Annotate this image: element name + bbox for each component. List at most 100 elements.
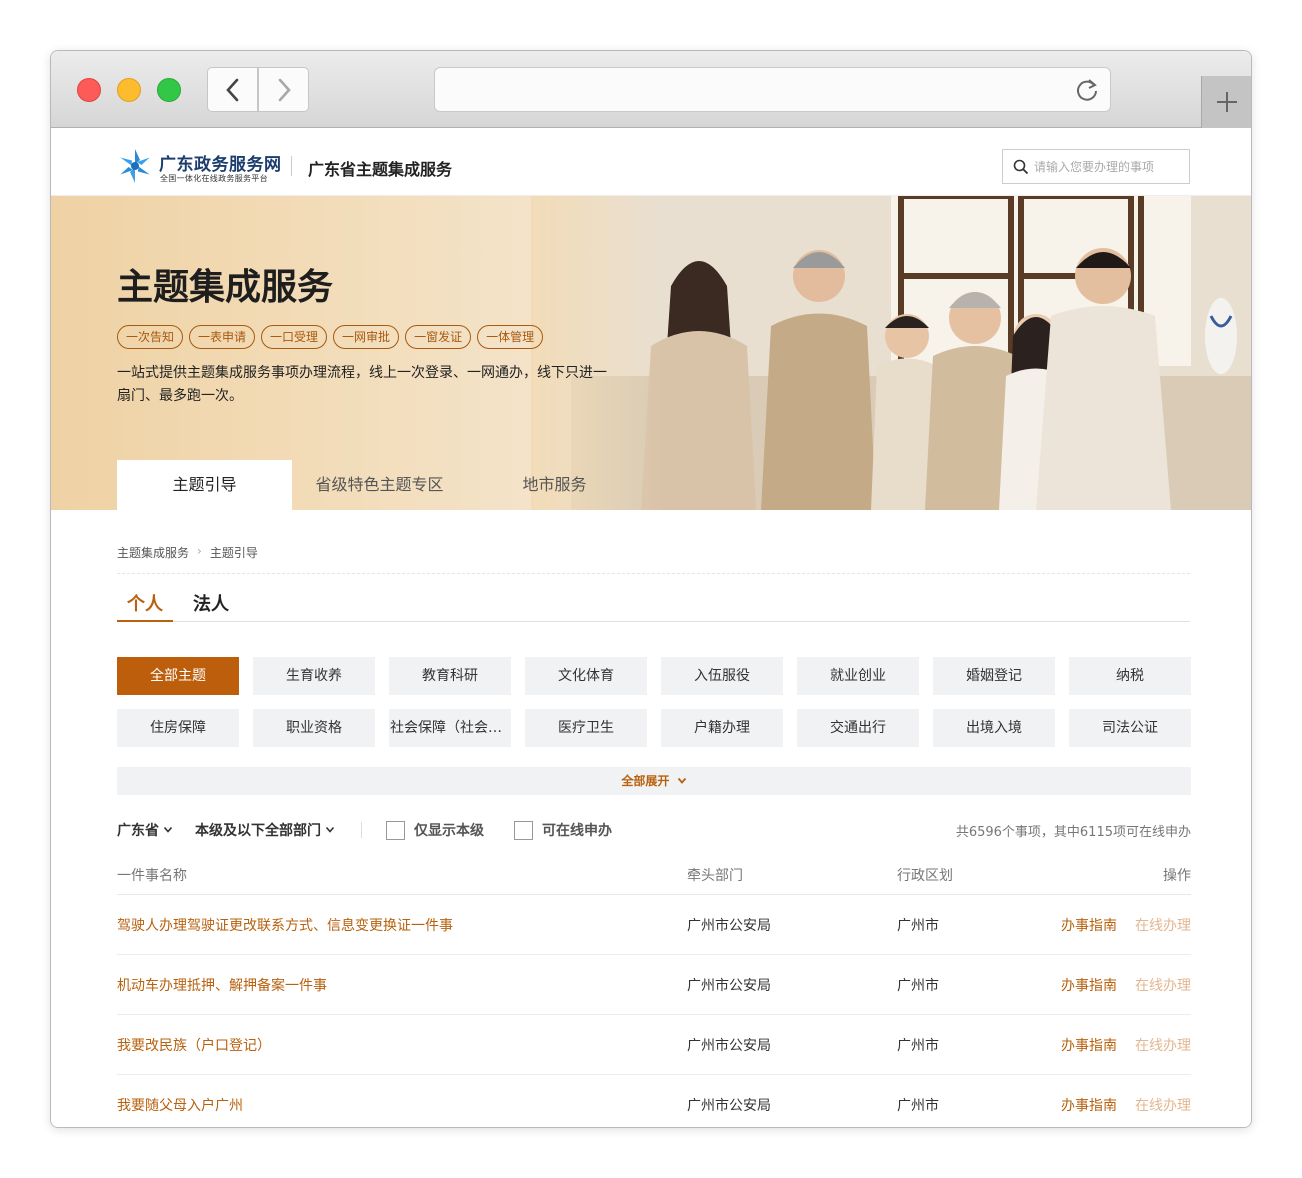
browser-toolbar [51, 51, 1251, 128]
tab-provincial-featured[interactable]: 省级特色主题专区 [292, 460, 467, 510]
guide-link[interactable]: 办事指南 [1061, 978, 1117, 994]
only-level-checkbox[interactable]: 仅显示本级 [386, 820, 484, 840]
category-button[interactable]: 出境入境 [933, 709, 1055, 747]
online-only-checkbox[interactable]: 可在线申办 [514, 820, 612, 840]
feature-tag: 一次告知 [117, 325, 184, 349]
actions-cell: 办事指南 在线办理 [1057, 975, 1191, 995]
logo-title: 广东政务服务网 [159, 155, 282, 175]
region-dropdown[interactable]: 广东省 [117, 820, 173, 840]
chevron-down-icon [163, 826, 173, 833]
zoom-window-button[interactable] [157, 78, 181, 102]
filter-bar: 广东省 本级及以下全部部门 仅显示本级 可在线申办 共6596个事项，其中611… [117, 817, 1191, 843]
lead-department: 广州市公安局 [687, 917, 771, 934]
category-button[interactable]: 户籍办理 [661, 709, 783, 747]
lead-department: 广州市公安局 [687, 1097, 771, 1114]
category-button[interactable]: 司法公证 [1069, 709, 1191, 747]
service-name-link[interactable]: 我要改民族（户口登记） [117, 1035, 687, 1055]
hero-banner: 主题集成服务 一次告知 一表申请 一口受理 一网审批 一窗发证 一体管理 一站式… [51, 196, 1251, 510]
forward-button[interactable] [258, 67, 309, 112]
category-button[interactable]: 入伍服役 [661, 657, 783, 695]
guide-link[interactable]: 办事指南 [1061, 1098, 1117, 1114]
category-button[interactable]: 住房保障 [117, 709, 239, 747]
service-name-link[interactable]: 机动车办理抵押、解押备案一件事 [117, 975, 687, 995]
category-button[interactable]: 全部主题 [117, 657, 239, 695]
actions-cell: 办事指南 在线办理 [1057, 915, 1191, 935]
banner-title: 主题集成服务 [117, 267, 334, 308]
online-apply-link[interactable]: 在线办理 [1135, 978, 1191, 994]
reload-icon[interactable] [1074, 77, 1100, 103]
lead-department: 广州市公安局 [687, 1037, 771, 1054]
category-button[interactable]: 医疗卫生 [525, 709, 647, 747]
category-button[interactable]: 纳税 [1069, 657, 1191, 695]
feature-tag: 一窗发证 [405, 325, 472, 349]
category-button[interactable]: 婚姻登记 [933, 657, 1055, 695]
column-header: 牵头部门 [687, 867, 743, 884]
region-cell: 广州市 [897, 1037, 939, 1054]
online-apply-link[interactable]: 在线办理 [1135, 1038, 1191, 1054]
search-icon[interactable] [1013, 159, 1029, 175]
feature-tag: 一口受理 [261, 325, 328, 349]
breadcrumb-separator-icon: › [197, 544, 202, 558]
tab-city-services[interactable]: 地市服务 [467, 460, 642, 510]
service-name-link[interactable]: 我要随父母入户广州 [117, 1095, 687, 1115]
category-button[interactable]: 就业创业 [797, 657, 919, 695]
table-row: 我要改民族（户口登记） 广州市公安局 广州市 办事指南 在线办理 [117, 1015, 1191, 1075]
region-cell: 广州市 [897, 917, 939, 934]
web-page: 广东政务服务网 全国一体化在线政务服务平台 广东省主题集成服务 请输入您要办理的… [51, 128, 1251, 1127]
only-level-label: 仅显示本级 [414, 823, 484, 839]
logo-divider [291, 156, 292, 176]
feature-tag: 一表申请 [189, 325, 256, 349]
department-dropdown[interactable]: 本级及以下全部部门 [195, 820, 335, 840]
online-apply-link[interactable]: 在线办理 [1135, 918, 1191, 934]
filter-divider [361, 822, 362, 838]
breadcrumb-item[interactable]: 主题引导 [210, 544, 258, 561]
banner-description: 一站式提供主题集成服务事项办理流程，线上一次登录、一网通办，线下只进一扇门、最多… [117, 365, 607, 404]
address-bar[interactable] [434, 67, 1111, 112]
site-title[interactable]: 广东省主题集成服务 [308, 156, 452, 180]
checkbox-box[interactable] [386, 820, 405, 840]
feature-tag: 一网审批 [333, 325, 400, 349]
breadcrumb: 主题集成服务 › 主题引导 [117, 544, 1190, 574]
minimize-window-button[interactable] [117, 78, 141, 102]
checkbox-box[interactable] [514, 820, 533, 840]
online-only-label: 可在线申办 [542, 823, 612, 839]
category-grid: 全部主题 生育收养 教育科研 文化体育 入伍服役 就业创业 婚姻登记 纳税 住房… [117, 657, 1191, 747]
tab-legal-person[interactable]: 法人 [193, 590, 239, 622]
table-header: 一件事名称 牵头部门 行政区划 操作 [117, 855, 1191, 895]
category-button[interactable]: 社会保障（社会保险） [389, 709, 511, 747]
table-row: 驾驶人办理驾驶证更改联系方式、信息变更换证一件事 广州市公安局 广州市 办事指南… [117, 895, 1191, 955]
table-row: 我要随父母入户广州 广州市公安局 广州市 办事指南 在线办理 [117, 1075, 1191, 1127]
column-header: 操作 [1163, 867, 1191, 884]
actions-cell: 办事指南 在线办理 [1057, 1035, 1191, 1055]
category-button[interactable]: 教育科研 [389, 657, 511, 695]
chevron-right-icon [278, 78, 291, 101]
result-count: 共6596个事项，其中6115项可在线申办 [955, 824, 1191, 840]
expand-all-label: 全部展开 [621, 774, 670, 788]
category-button[interactable]: 交通出行 [797, 709, 919, 747]
site-logo-icon[interactable] [117, 148, 153, 184]
tab-theme-guide[interactable]: 主题引导 [117, 460, 292, 510]
column-header: 一件事名称 [117, 867, 187, 884]
guide-link[interactable]: 办事指南 [1061, 1038, 1117, 1054]
category-button[interactable]: 职业资格 [253, 709, 375, 747]
breadcrumb-item[interactable]: 主题集成服务 [117, 544, 189, 561]
category-button[interactable]: 生育收养 [253, 657, 375, 695]
back-button[interactable] [207, 67, 258, 112]
search-input[interactable] [1034, 157, 1184, 177]
expand-all-button[interactable]: 全部展开 [117, 767, 1191, 795]
new-tab-button[interactable] [1201, 76, 1251, 128]
region-cell: 广州市 [897, 977, 939, 994]
category-button[interactable]: 文化体育 [525, 657, 647, 695]
tab-individual[interactable]: 个人 [117, 590, 173, 622]
service-name-link[interactable]: 驾驶人办理驾驶证更改联系方式、信息变更换证一件事 [117, 915, 687, 935]
plus-icon [1216, 92, 1237, 112]
close-window-button[interactable] [77, 78, 101, 102]
chevron-down-icon [325, 826, 335, 833]
region-dropdown-label: 广东省 [117, 823, 159, 839]
online-apply-link[interactable]: 在线办理 [1135, 1098, 1191, 1114]
actions-cell: 办事指南 在线办理 [1057, 1095, 1191, 1115]
lead-department: 广州市公安局 [687, 977, 771, 994]
guide-link[interactable]: 办事指南 [1061, 918, 1117, 934]
search-box[interactable] [1002, 149, 1190, 184]
feature-tags: 一次告知 一表申请 一口受理 一网审批 一窗发证 一体管理 [117, 325, 544, 349]
